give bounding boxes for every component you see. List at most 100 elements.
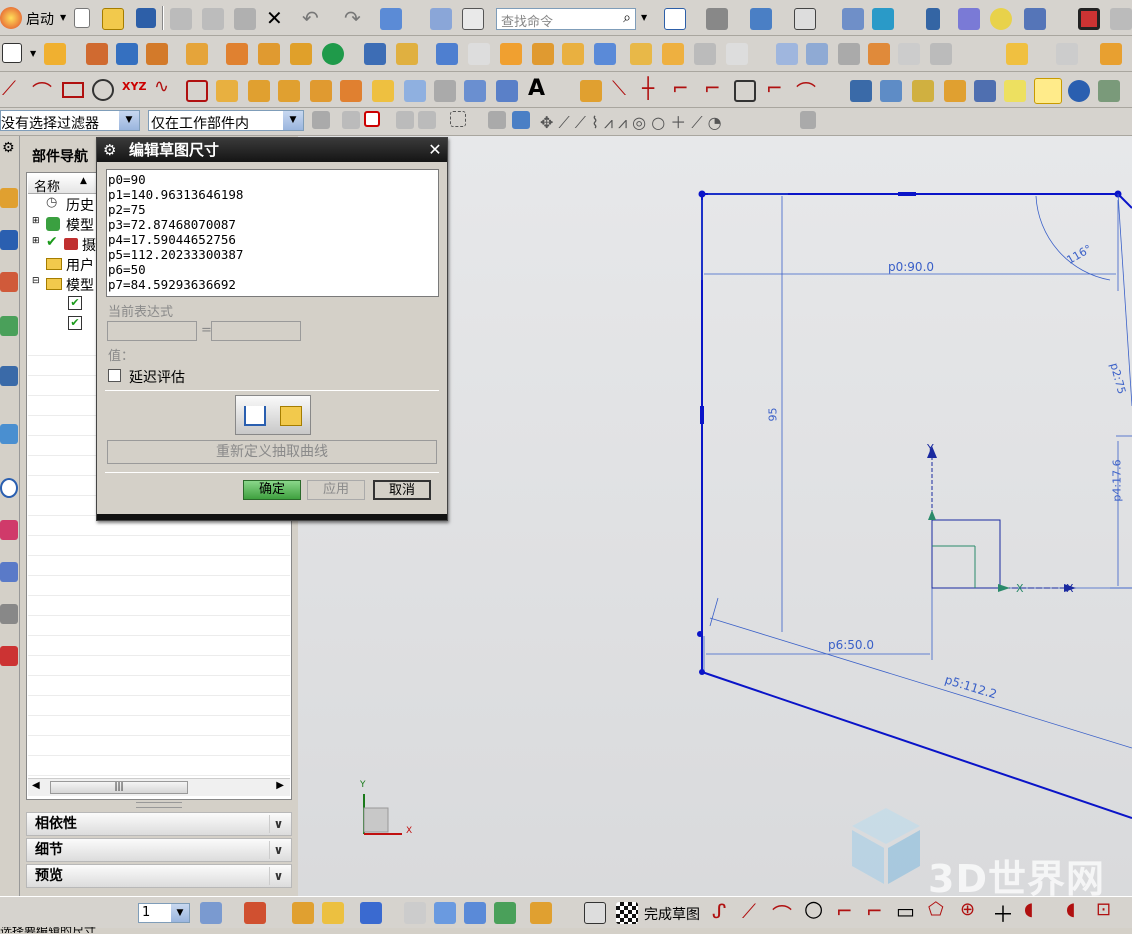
draft-icon[interactable] — [436, 43, 458, 65]
chamfer-icon[interactable] — [500, 43, 522, 65]
quick-trim-icon[interactable]: ⟍ — [612, 76, 626, 100]
dependencies-section[interactable]: 相依性 ∨ — [26, 812, 292, 836]
extract-curve-icon[interactable] — [340, 80, 362, 102]
offset-face-icon[interactable] — [396, 43, 418, 65]
arc-icon[interactable]: ⌒ — [772, 899, 792, 928]
pattern-feature-icon[interactable] — [290, 43, 312, 65]
new-file-icon[interactable] — [74, 8, 90, 28]
constraint-navigator-icon[interactable] — [0, 230, 18, 250]
derived-line-icon[interactable]: ⌐ — [766, 76, 783, 100]
pattern-icon[interactable]: ⊡ — [1096, 899, 1111, 920]
gear-icon[interactable]: ⚙ — [103, 138, 116, 162]
chevron-down-icon[interactable]: ▼ — [283, 111, 303, 130]
collapse-icon[interactable]: ⊟ — [32, 276, 40, 286]
undo-icon[interactable]: ↶ — [302, 6, 319, 30]
chevron-down-icon[interactable]: ∨ — [269, 815, 287, 833]
feature-checkbox[interactable]: ✔ — [68, 296, 82, 310]
start-menu-label[interactable]: 启动 — [26, 9, 54, 29]
dimension-label-p6[interactable]: p6:50.0 — [828, 638, 874, 652]
expression-item[interactable]: p6=50 — [108, 262, 437, 277]
constraints-icon[interactable] — [880, 80, 902, 102]
stop-icon[interactable] — [1110, 8, 1132, 30]
through-curves-icon[interactable] — [930, 43, 952, 65]
profile-icon[interactable]: ᔑ — [712, 899, 726, 923]
web-browser-icon[interactable] — [0, 366, 18, 386]
roles-icon[interactable] — [0, 646, 18, 666]
arc-icon[interactable]: ⌒ — [32, 76, 52, 105]
image-icon[interactable] — [1098, 80, 1120, 102]
grid-icon[interactable] — [800, 111, 816, 129]
select-all-icon[interactable] — [404, 902, 426, 924]
extend-curve-icon[interactable] — [496, 80, 518, 102]
point-xyz-icon[interactable]: XYZ — [122, 80, 146, 93]
expression-value-field[interactable] — [211, 321, 301, 341]
component-icon[interactable] — [1100, 43, 1122, 65]
chevron-down-icon[interactable]: ▼ — [641, 13, 648, 23]
mesh-icon[interactable] — [806, 43, 828, 65]
animation-icon[interactable] — [850, 80, 872, 102]
finish-sketch-label[interactable]: 完成草图 — [644, 904, 700, 924]
auto-dimension-icon[interactable] — [944, 80, 966, 102]
analyze-icon[interactable] — [322, 902, 344, 924]
expression-item[interactable]: p5=112.20233300387 — [108, 247, 437, 262]
text-icon[interactable]: A — [528, 76, 545, 101]
plus-icon[interactable]: ＋ — [992, 897, 1014, 929]
fillet-curve-icon[interactable]: ⌐ — [672, 76, 689, 100]
thicken-icon[interactable] — [594, 43, 616, 65]
project-curve-icon[interactable] — [248, 80, 270, 102]
expression-name-field[interactable] — [107, 321, 197, 341]
edit-curve-icon[interactable] — [580, 80, 602, 102]
expand-icon[interactable]: ⊞ — [32, 216, 40, 226]
chevron-down-icon[interactable]: ▼ — [171, 904, 189, 922]
history-icon[interactable] — [0, 424, 18, 444]
expression-item[interactable]: p2=75 — [108, 202, 437, 217]
corner-icon[interactable]: ⌐ — [704, 76, 721, 100]
mirror-curve-icon[interactable]: ⌒ — [796, 76, 816, 105]
close-icon[interactable]: ✕ — [425, 140, 445, 160]
show-hide-icon[interactable] — [464, 902, 486, 924]
cut-icon[interactable] — [170, 8, 192, 30]
ok-button[interactable]: 确定 — [243, 480, 301, 500]
search-icon[interactable]: ⌕ — [623, 10, 631, 26]
preview-section[interactable]: 预览 ∨ — [26, 864, 292, 888]
background-icon[interactable] — [794, 8, 816, 30]
wcs-dynamic-icon[interactable] — [872, 8, 894, 30]
copy-icon[interactable] — [202, 8, 224, 30]
assembly-navigator-icon[interactable] — [0, 188, 18, 208]
delete-icon[interactable]: ✕ — [266, 6, 283, 30]
polygon-icon[interactable] — [186, 80, 208, 102]
clock-icon[interactable] — [0, 478, 18, 498]
boolean-icon[interactable] — [146, 43, 168, 65]
scale-icon[interactable] — [630, 43, 652, 65]
redo-icon[interactable]: ↷ — [344, 6, 361, 30]
sweep-icon[interactable] — [186, 43, 208, 65]
redefine-curve-button[interactable]: 重新定义抽取曲线 — [107, 440, 437, 464]
bridge-icon[interactable] — [898, 43, 920, 65]
snap-view-icon[interactable] — [292, 902, 314, 924]
chevron-down-icon[interactable]: ∨ — [269, 867, 287, 885]
make-corner-icon[interactable] — [734, 80, 756, 102]
scroll-left-icon[interactable]: ◀ — [32, 780, 40, 791]
assembly-filter-icon[interactable] — [312, 111, 330, 129]
surface-icon[interactable] — [776, 43, 798, 65]
sketch-icon[interactable] — [584, 902, 606, 924]
command-search-box[interactable]: 查找命令 ⌕ — [496, 8, 636, 30]
process-studio-icon[interactable] — [0, 562, 18, 582]
dimension-label-p4[interactable]: p4:17.6 — [1111, 459, 1124, 501]
reuse-library-icon[interactable] — [0, 316, 18, 336]
line-icon[interactable]: ⟋ — [2, 76, 16, 100]
edge-blend-icon[interactable] — [468, 43, 490, 65]
fillet-icon[interactable]: ⌐ — [836, 899, 853, 923]
copy-display-icon[interactable] — [380, 8, 402, 30]
save-icon[interactable] — [136, 8, 156, 28]
hide-icon[interactable] — [1024, 8, 1046, 30]
snap-icon[interactable] — [342, 111, 360, 129]
edit-dimension-icon[interactable] — [1034, 78, 1062, 104]
wcs-icon[interactable] — [842, 8, 864, 30]
select-body-icon[interactable] — [488, 111, 506, 129]
offset-curve-icon[interactable] — [216, 80, 238, 102]
line-icon[interactable]: ⟋ — [742, 899, 756, 923]
helix-icon[interactable] — [92, 79, 114, 101]
alternate-solution-icon[interactable] — [1004, 80, 1026, 102]
chevron-down-icon[interactable]: ∨ — [269, 841, 287, 859]
